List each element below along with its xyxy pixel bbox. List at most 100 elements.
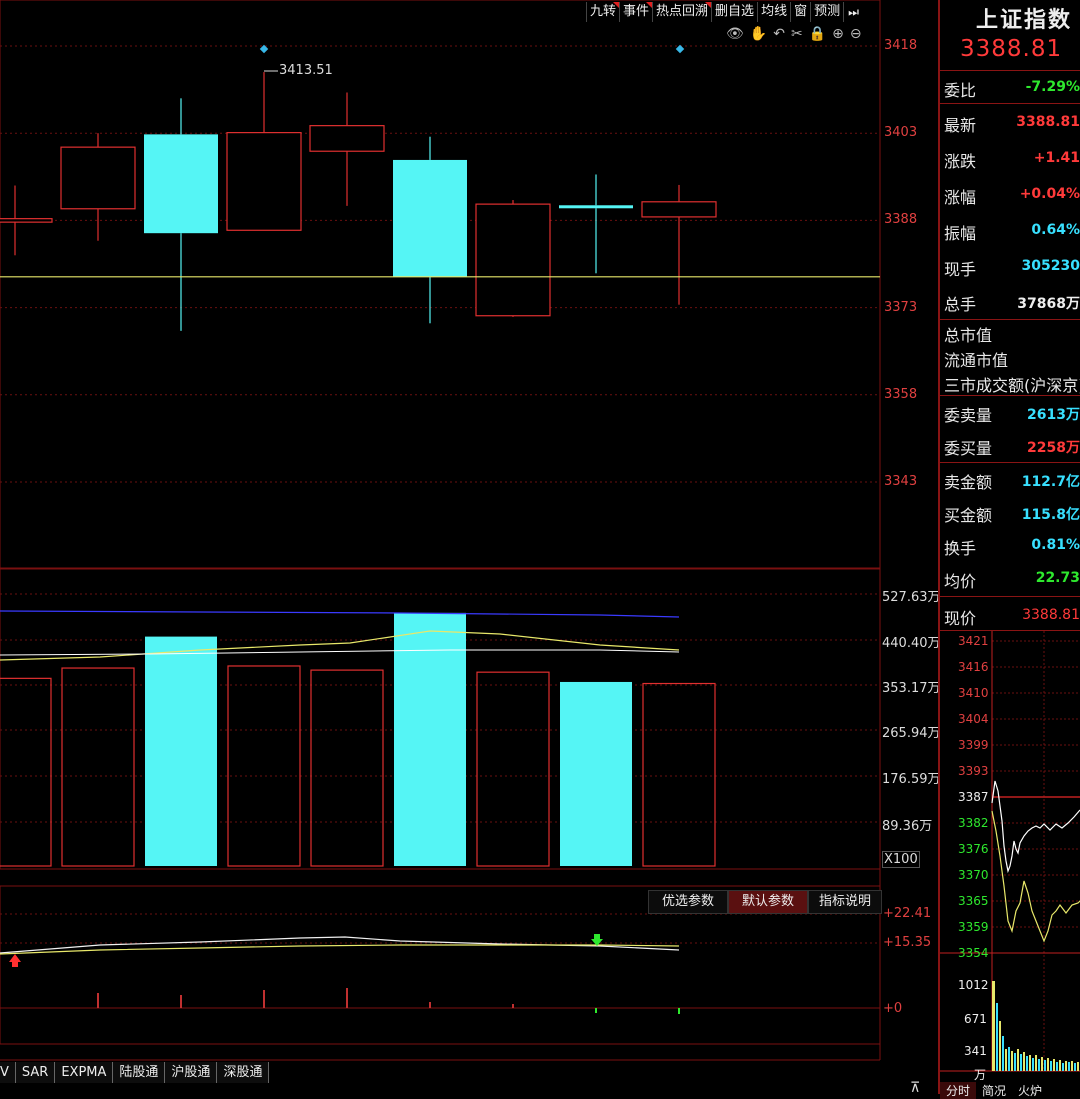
tab-hotlist[interactable]: 火炉 (1012, 1082, 1048, 1099)
quote-value: -7.29% (1025, 79, 1080, 95)
sell-signal-arrow (591, 934, 603, 946)
quote-value: 37868万 (1017, 296, 1080, 312)
volume-bar (0, 677, 52, 867)
quote-label: 委买量 (944, 439, 993, 458)
price-panel-frame (0, 0, 881, 569)
volume-unit-label: X100 (882, 851, 920, 868)
event-marker-diamond[interactable] (675, 44, 685, 54)
mini-price-label: 3354 (958, 946, 989, 960)
volume-axis-label: 527.63万 (882, 590, 941, 605)
mini-volume-label: 341 (964, 1044, 987, 1058)
volume-ma-blue (0, 610, 680, 618)
default-params-button[interactable]: 默认参数 (728, 890, 808, 914)
quote-label: 涨跌 (944, 152, 977, 171)
quote-label: 最新 (944, 116, 977, 135)
quote-label: 买金额 (944, 506, 993, 525)
zoom-in-icon[interactable]: ⊕ (832, 26, 844, 42)
mini-volume-label: 671 (964, 1012, 987, 1026)
mini-intraday-chart[interactable] (940, 631, 1080, 1094)
volume-axis-label: 353.17万 (882, 681, 941, 696)
tab-lugutong[interactable]: 陆股通 (113, 1062, 166, 1083)
volume-ma-white (0, 649, 680, 656)
quote-label: 卖金额 (944, 473, 993, 492)
price-axis-label: 3418 (884, 38, 918, 53)
quote-row: 涨跌 +1.41 (942, 143, 1080, 173)
tb-label: 预测 (814, 4, 841, 19)
chart-tools: 👁 ✋ ↶ ✂ 🔒 ⊕ ⊖ (726, 26, 862, 42)
price-axis-label: 3373 (884, 300, 918, 315)
quote-label: 委比 (944, 81, 977, 100)
current-price-value: 3388.81 (1022, 607, 1080, 623)
tb-jiuzhuan-button[interactable]: 九转 (587, 2, 621, 22)
quote-value: 305230 (1021, 258, 1080, 274)
total-market-cap-label: 总市值 (944, 326, 993, 345)
tab-overview[interactable]: 简况 (976, 1082, 1012, 1099)
quote-row: 涨幅 +0.04% (942, 179, 1080, 209)
mini-price-label: 3387 (958, 790, 989, 804)
indicator-help-button[interactable]: 指标说明 (808, 890, 882, 914)
buy-signal-arrow (9, 954, 21, 967)
lock-icon[interactable]: 🔒 (809, 26, 826, 42)
volume-bar (642, 682, 716, 867)
mini-price-label: 3410 (958, 686, 989, 700)
quote-row: 委比 -7.29% (942, 72, 1080, 102)
candle-body (144, 134, 218, 234)
quote-value: +1.41 (1033, 150, 1080, 166)
eye-icon[interactable]: 👁 (726, 26, 744, 42)
candle-body (309, 125, 385, 152)
volume-bar (560, 681, 632, 866)
chart-canvas[interactable]: ⊼ (0, 0, 938, 1094)
candle-body (559, 205, 633, 209)
mini-price-label: 3416 (958, 660, 989, 674)
mini-price-label: 3365 (958, 894, 989, 908)
mini-avg-line (991, 810, 1080, 943)
price-axis-label: 3358 (884, 387, 918, 402)
undo-icon[interactable]: ↶ (773, 26, 785, 42)
mini-price-label: 3359 (958, 920, 989, 934)
turnover-three-markets-label: 三市成交额(沪深京) (944, 376, 1080, 395)
quote-row: 买金额 115.8亿 (942, 497, 1080, 527)
quote-row: 换手 0.81% (942, 530, 1080, 560)
tb-remove-watchlist-button[interactable]: 删自选 (712, 2, 759, 22)
candle-body (60, 146, 136, 210)
quote-row: 最新 3388.81 (942, 107, 1080, 137)
preferred-params-button[interactable]: 优选参数 (648, 890, 728, 914)
quote-row: 均价 22.73 (942, 563, 1080, 593)
tab-v[interactable]: V (0, 1062, 16, 1083)
mini-price-label: 3421 (958, 634, 989, 648)
volume-axis-label: 176.59万 (882, 772, 941, 787)
tb-window-button[interactable]: 窗 (791, 2, 812, 22)
scissors-icon[interactable]: ✂ (791, 26, 803, 42)
tb-hotspot-button[interactable]: 热点回溯 (653, 2, 713, 22)
quote-label: 换手 (944, 539, 977, 558)
tab-shengutong[interactable]: 深股通 (217, 1062, 270, 1083)
indicator-axis-label: +15.35 (883, 935, 932, 950)
candles (0, 72, 717, 331)
tb-ma-button[interactable]: 均线 (758, 2, 792, 22)
quote-panel-tabs: 分时 简况 火炉 (940, 1082, 1048, 1099)
zoom-out-icon[interactable]: ⊖ (850, 26, 862, 42)
tb-event-button[interactable]: 事件 (620, 2, 654, 22)
volume-axis-label: 89.36万 (882, 819, 933, 834)
tb-next-icon[interactable]: ⏭ (844, 2, 863, 22)
tab-sar[interactable]: SAR (15, 1062, 56, 1083)
volume-axis-label: 440.40万 (882, 636, 941, 651)
hand-icon[interactable]: ✋ (750, 26, 767, 42)
indicator-axis-label: +22.41 (883, 906, 932, 921)
volume-ma-yellow (0, 630, 680, 661)
quote-value: 22.73 (1035, 570, 1080, 586)
tab-expma[interactable]: EXPMA (55, 1062, 114, 1083)
indicator-tabs: V SAR EXPMA 陆股通 沪股通 深股通 (0, 1062, 270, 1083)
candle-body (226, 132, 302, 231)
volume-bar (61, 667, 135, 867)
indicator-line-yellow (0, 944, 680, 955)
tab-intraday[interactable]: 分时 (940, 1082, 977, 1099)
mini-volume-label: 1012 (958, 978, 989, 992)
price-axis-label: 3403 (884, 125, 918, 140)
mini-price-label: 3404 (958, 712, 989, 726)
price-axis-label: 3388 (884, 212, 918, 227)
volume-bar (310, 669, 384, 867)
tab-hugutong[interactable]: 沪股通 (165, 1062, 218, 1083)
quote-value: 2258万 (1027, 440, 1080, 456)
tb-forecast-button[interactable]: 预测 (811, 2, 845, 22)
